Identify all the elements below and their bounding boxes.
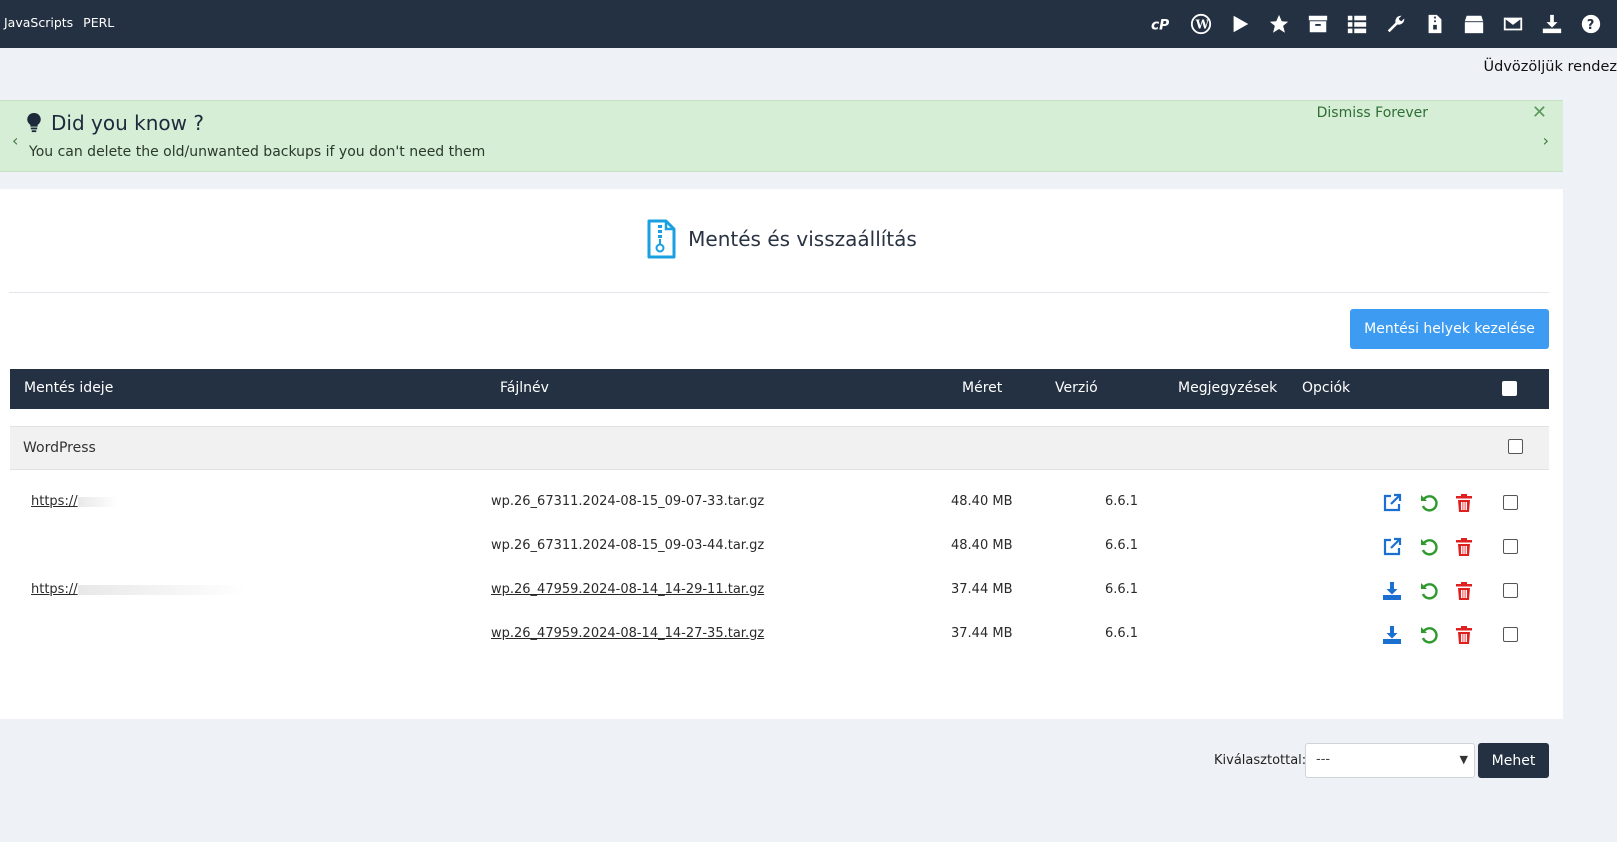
link-javascripts[interactable]: JavaScripts <box>4 15 73 30</box>
download-icon[interactable] <box>1381 624 1403 646</box>
tip-title: Did you know ? <box>51 111 204 135</box>
lightbulb-icon <box>26 112 44 135</box>
restore-icon[interactable] <box>1418 580 1440 602</box>
top-navbar: JavaScripts PERL cP W ? <box>0 0 1617 48</box>
mail-icon[interactable] <box>1499 10 1527 38</box>
star-icon[interactable] <box>1265 10 1293 38</box>
help-icon[interactable]: ? <box>1577 10 1605 38</box>
backup-size: 48.40 MB <box>951 494 1013 509</box>
group-name: WordPress <box>23 440 96 456</box>
tip-banner: ‹ Did you know ? You can delete the old/… <box>0 100 1563 172</box>
download-icon[interactable] <box>1538 10 1566 38</box>
svg-text:?: ? <box>1587 18 1594 33</box>
backup-card: Mentés és visszaállítás Mentési helyek k… <box>0 189 1563 719</box>
backup-filename-link[interactable]: wp.26_47959.2024-08-14_14-29-11.tar.gz <box>491 582 764 597</box>
cpanel-icon[interactable]: cP <box>1148 10 1176 38</box>
backup-size: 37.44 MB <box>951 582 1013 597</box>
row-checkbox[interactable] <box>1503 627 1518 642</box>
dismiss-forever-link[interactable]: Dismiss Forever <box>1317 105 1428 121</box>
site-url-link[interactable]: https:// <box>31 582 248 597</box>
header-options: Opciók <box>1302 380 1351 396</box>
divider <box>9 292 1549 293</box>
welcome-text: Üdvözöljük rendez <box>1483 59 1617 75</box>
delete-icon[interactable] <box>1453 624 1475 646</box>
play-icon[interactable] <box>1226 10 1254 38</box>
top-links: JavaScripts PERL <box>4 15 114 30</box>
header-version[interactable]: Verzió <box>1055 380 1098 396</box>
bulk-action-selected: --- <box>1316 752 1331 767</box>
page-title: Mentés és visszaállítás <box>688 227 917 251</box>
header-filename[interactable]: Fájlnév <box>500 380 549 396</box>
box-icon[interactable] <box>1460 10 1488 38</box>
row-checkbox[interactable] <box>1503 495 1518 510</box>
manage-backup-locations-button[interactable]: Mentési helyek kezelése <box>1350 309 1549 349</box>
header-notes: Megjegyzések <box>1178 380 1278 396</box>
backup-filename: wp.26_67311.2024-08-15_09-03-44.tar.gz <box>491 538 765 553</box>
backup-version: 6.6.1 <box>1105 494 1139 509</box>
table-row: https:// wp.26_47959.2024-08-14_14-29-11… <box>10 569 1549 613</box>
page-heading: Mentés és visszaállítás <box>0 219 1563 259</box>
group-row-wordpress: WordPress <box>10 426 1549 470</box>
open-external-icon[interactable] <box>1381 536 1403 558</box>
row-checkbox[interactable] <box>1503 583 1518 598</box>
link-perl[interactable]: PERL <box>83 15 114 30</box>
tip-next-arrow[interactable]: › <box>1543 131 1549 150</box>
backup-filename: wp.26_67311.2024-08-15_09-07-33.tar.gz <box>491 494 765 509</box>
zip-file-icon <box>647 219 676 259</box>
restore-icon[interactable] <box>1418 492 1440 514</box>
site-url-link[interactable]: https:// <box>31 494 118 509</box>
download-icon[interactable] <box>1381 580 1403 602</box>
backup-size: 48.40 MB <box>951 538 1013 553</box>
zip-file-icon[interactable] <box>1421 10 1449 38</box>
list-icon[interactable] <box>1343 10 1371 38</box>
delete-icon[interactable] <box>1453 492 1475 514</box>
delete-icon[interactable] <box>1453 580 1475 602</box>
wordpress-icon[interactable]: W <box>1187 10 1215 38</box>
backup-version: 6.6.1 <box>1105 582 1139 597</box>
select-all-checkbox[interactable] <box>1502 381 1517 396</box>
tip-text: You can delete the old/unwanted backups … <box>29 144 486 160</box>
backup-version: 6.6.1 <box>1105 538 1139 553</box>
delete-icon[interactable] <box>1453 536 1475 558</box>
table-row: wp.26_67311.2024-08-15_09-03-44.tar.gz 4… <box>10 525 1549 569</box>
chevron-down-icon: ▼ <box>1459 753 1468 766</box>
svg-text:cP: cP <box>1151 18 1169 34</box>
header-time[interactable]: Mentés ideje <box>24 380 113 396</box>
header-size[interactable]: Méret <box>962 380 1002 396</box>
table-row: https:// wp.26_67311.2024-08-15_09-07-33… <box>10 481 1549 525</box>
restore-icon[interactable] <box>1418 624 1440 646</box>
wrench-icon[interactable] <box>1382 10 1410 38</box>
open-external-icon[interactable] <box>1381 492 1403 514</box>
go-button[interactable]: Mehet <box>1478 743 1549 778</box>
backup-version: 6.6.1 <box>1105 626 1139 641</box>
table-header: Mentés ideje Fájlnév Méret Verzió Megjeg… <box>10 369 1549 409</box>
bulk-action-label: Kiválasztottal: <box>1214 753 1307 768</box>
row-checkbox[interactable] <box>1503 539 1518 554</box>
bulk-action-select[interactable]: --- ▼ <box>1305 743 1475 778</box>
table-row: wp.26_47959.2024-08-14_14-27-35.tar.gz 3… <box>10 613 1549 657</box>
toolbar-icons: cP W ? <box>1148 10 1605 38</box>
restore-icon[interactable] <box>1418 536 1440 558</box>
tip-prev-arrow[interactable]: ‹ <box>12 131 18 150</box>
svg-text:W: W <box>1195 18 1210 32</box>
close-icon[interactable]: ✕ <box>1532 102 1547 123</box>
archive-icon[interactable] <box>1304 10 1332 38</box>
backup-size: 37.44 MB <box>951 626 1013 641</box>
group-checkbox[interactable] <box>1508 439 1523 454</box>
backup-filename-link[interactable]: wp.26_47959.2024-08-14_14-27-35.tar.gz <box>491 626 764 641</box>
